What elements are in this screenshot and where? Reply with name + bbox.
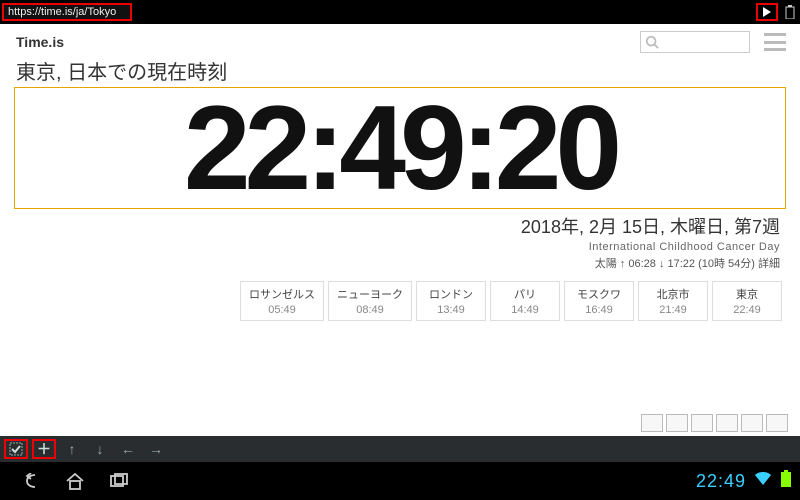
- city-item[interactable]: ニューヨーク 08:49: [328, 281, 412, 321]
- clock-box: 22:49:20: [14, 87, 786, 209]
- page-util-button[interactable]: [641, 414, 663, 432]
- system-nav-bar: 22:49: [0, 462, 800, 500]
- browser-top-bar: https://time.is/ja/Tokyo: [0, 0, 800, 24]
- scroll-down-button[interactable]: ↓: [88, 439, 112, 459]
- page-util-button[interactable]: [691, 414, 713, 432]
- city-name: モスクワ: [573, 286, 625, 302]
- site-name[interactable]: Time.is: [10, 34, 64, 50]
- city-item[interactable]: ロサンゼルス 05:49: [240, 281, 324, 321]
- add-tab-button[interactable]: ＋: [32, 439, 56, 459]
- page-util-button[interactable]: [766, 414, 788, 432]
- back-icon[interactable]: [20, 470, 42, 492]
- search-icon: [645, 35, 659, 49]
- city-name: ニューヨーク: [337, 286, 403, 302]
- battery-small-icon: [784, 4, 796, 20]
- bookmark-check-icon: [9, 442, 23, 456]
- home-icon[interactable]: [64, 470, 86, 492]
- city-name: ロサンゼルス: [249, 286, 315, 302]
- arrow-left-icon: ←: [121, 441, 135, 457]
- city-name: ロンドン: [425, 286, 477, 302]
- city-time: 21:49: [647, 304, 699, 316]
- menu-icon[interactable]: [764, 33, 786, 51]
- city-item[interactable]: 東京 22:49: [712, 281, 782, 321]
- browser-toolbar: ＋ ↑ ↓ ← →: [0, 436, 800, 462]
- bookmark-button[interactable]: [4, 439, 28, 459]
- city-item[interactable]: パリ 14:49: [490, 281, 560, 321]
- page-util-button[interactable]: [741, 414, 763, 432]
- arrow-right-icon: →: [149, 441, 163, 457]
- city-time: 16:49: [573, 304, 625, 316]
- city-item[interactable]: ロンドン 13:49: [416, 281, 486, 321]
- city-name: 東京: [721, 286, 773, 302]
- date-line: 2018年, 2月 15日, 木曜日, 第7週: [10, 213, 780, 239]
- city-item[interactable]: モスクワ 16:49: [564, 281, 634, 321]
- city-time: 05:49: [249, 304, 315, 316]
- city-name: 北京市: [647, 286, 699, 302]
- battery-icon[interactable]: [780, 470, 792, 493]
- city-time: 13:49: [425, 304, 477, 316]
- scroll-up-button[interactable]: ↑: [60, 439, 84, 459]
- city-item[interactable]: 北京市 21:49: [638, 281, 708, 321]
- recent-apps-icon[interactable]: [108, 470, 130, 492]
- address-bar[interactable]: https://time.is/ja/Tokyo: [2, 3, 132, 21]
- city-time: 08:49: [337, 304, 403, 316]
- plus-icon: ＋: [37, 439, 51, 459]
- arrow-down-icon: ↓: [97, 441, 104, 457]
- page-util-button[interactable]: [666, 414, 688, 432]
- city-list: ロサンゼルス 05:49 ニューヨーク 08:49 ロンドン 13:49 パリ 14:4…: [10, 281, 782, 321]
- nav-forward-button[interactable]: →: [144, 439, 168, 459]
- wifi-icon[interactable]: [754, 472, 772, 491]
- page-header: Time.is: [10, 28, 790, 56]
- nav-back-button[interactable]: ←: [116, 439, 140, 459]
- arrow-up-icon: ↑: [69, 441, 76, 457]
- page-util-button[interactable]: [716, 414, 738, 432]
- main-clock: 22:49:20: [15, 88, 785, 208]
- event-line[interactable]: International Childhood Cancer Day: [10, 241, 780, 253]
- city-time: 14:49: [499, 304, 551, 316]
- play-icon[interactable]: [756, 3, 778, 21]
- city-name: パリ: [499, 286, 551, 302]
- sun-line[interactable]: 太陽 ↑ 06:28 ↓ 17:22 (10時 54分) 詳細: [10, 255, 780, 271]
- search-input[interactable]: [640, 31, 750, 53]
- page-content: Time.is 東京, 日本での現在時刻 22:49:20 2018年, 2月 …: [0, 24, 800, 436]
- page-bottom-icon-row: [641, 414, 788, 432]
- city-time: 22:49: [721, 304, 773, 316]
- status-clock[interactable]: 22:49: [696, 471, 746, 492]
